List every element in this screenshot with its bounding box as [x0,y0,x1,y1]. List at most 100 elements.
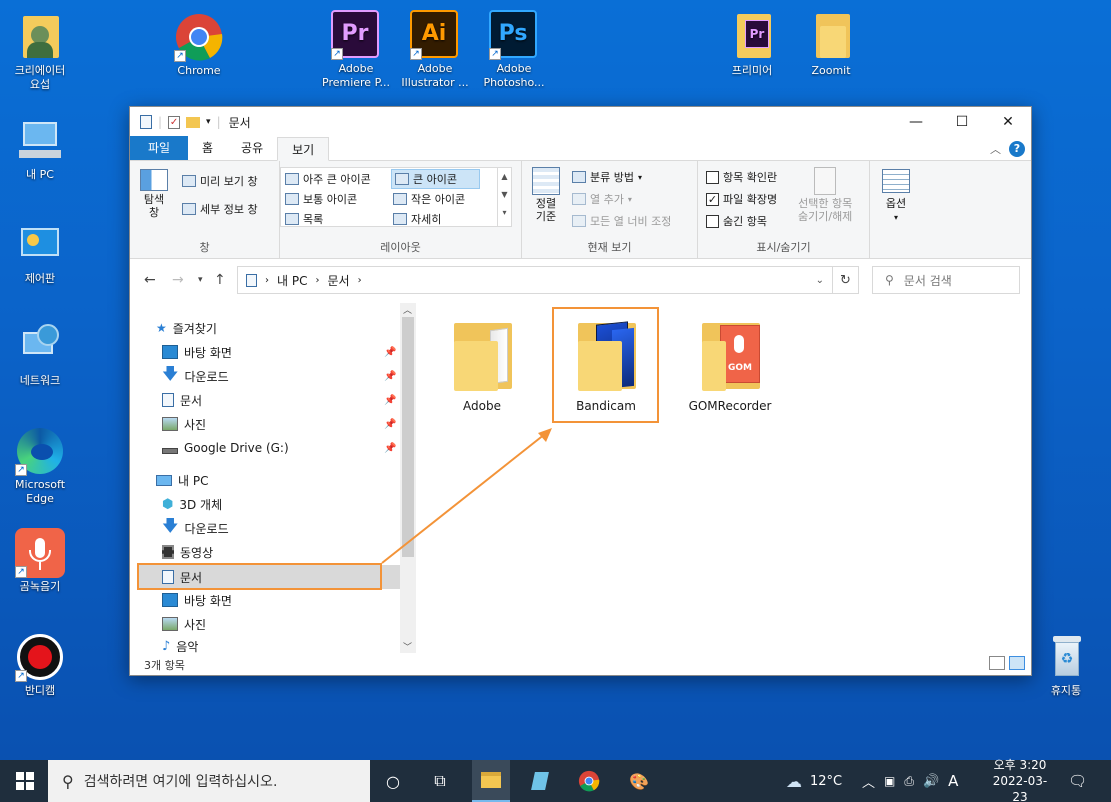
file-extensions-toggle[interactable]: ✓ 파일 확장명 [706,191,777,207]
layout-list[interactable]: 목록 [285,211,323,227]
edge-icon: ↗ [15,426,65,476]
forward-button[interactable]: → [172,272,184,288]
file-item-adobe[interactable]: Adobe [430,315,534,413]
tab-view[interactable]: 보기 [277,137,330,161]
scroll-down-icon[interactable]: ﹀ [403,640,412,653]
volume-icon[interactable]: 🔊 [923,774,939,789]
nav-item-desktop-pc[interactable]: 바탕 화면 [162,589,232,611]
desktop-icon-illustrator[interactable]: Ai ↗ Adobe Illustrator ... [395,10,475,90]
hidden-items-toggle[interactable]: 숨긴 항목 [706,213,767,229]
document-icon [246,273,257,287]
sort-by-button[interactable]: 정렬 기준 [532,167,560,223]
nav-item-pictures-pc[interactable]: 사진 [162,613,206,635]
shortcut-arrow-icon: ↗ [15,566,27,578]
nav-item-desktop[interactable]: 바탕 화면 📌 [162,341,396,363]
large-icons-view-icon[interactable] [1009,656,1025,670]
group-by-button[interactable]: 분류 방법 ▾ [572,169,642,185]
nav-item-3d-objects[interactable]: ⬢ 3D 개체 [162,493,222,515]
properties-icon[interactable]: ✓ [168,115,181,129]
recent-locations-icon[interactable]: ▾ [198,275,203,285]
close-button[interactable]: ✕ [985,107,1031,137]
nav-item-documents[interactable]: 문서 📌 [162,389,396,411]
desktop-icon-chrome[interactable]: ↗ Chrome [159,12,239,78]
details-pane-button[interactable]: 세부 정보 창 [182,201,258,217]
nav-item-downloads[interactable]: 🡇 다운로드 📌 [162,364,396,387]
nav-item-music[interactable]: ♪ 음악 [162,635,198,657]
windows-start-icon[interactable] [12,768,38,794]
layout-medium-icons[interactable]: 보통 아이콘 [285,191,357,207]
file-explorer-taskbar-icon[interactable] [472,760,510,802]
ime-indicator[interactable]: A [948,772,958,790]
scroll-up-icon[interactable]: ︿ [403,303,412,316]
item-checkboxes-toggle[interactable]: 항목 확인란 [706,169,777,185]
desktop-icon-premiere[interactable]: Pr ↗ Adobe Premiere P... [316,10,396,90]
up-button[interactable]: ↑ [214,272,226,288]
collapse-ribbon-icon[interactable]: ︿ [990,141,1001,157]
nav-this-pc[interactable]: 내 PC [156,469,208,491]
desktop-icon-creator[interactable]: 크리에이터 요섭 [0,12,80,92]
address-dropdown-icon[interactable]: ⌄ [816,275,824,286]
desktop-icon [162,345,178,359]
desktop-icon-network[interactable]: 네트워크 [0,322,80,388]
tab-file[interactable]: 파일 [130,136,188,160]
desktop-icon-zoomit[interactable]: Zoomit [791,12,871,78]
paint-taskbar-icon[interactable]: 🎨 [626,768,652,794]
cube-icon: ⬢ [162,496,174,512]
desktop-icon-recycle-bin[interactable]: ♻ 휴지통 [1026,632,1106,698]
nav-item-google-drive[interactable]: Google Drive (G:) 📌 [162,437,396,459]
premiere-folder-icon: Pr [727,12,777,62]
desktop-icon-premiere-folder[interactable]: Pr 프리미어 [712,12,792,78]
scrollbar-thumb[interactable] [402,317,414,557]
cortana-icon[interactable]: ○ [380,768,406,794]
breadcrumb-documents[interactable]: 문서 [327,272,349,289]
desktop-icon-bandicam[interactable]: ↗ 반디캠 [0,632,80,698]
maximize-button[interactable]: ☐ [939,107,985,137]
layout-large-icons[interactable]: 큰 아이콘 [391,169,480,189]
taskbar-search-box[interactable]: ⚲ 검색하려면 여기에 입력하십시오. [48,760,370,802]
refresh-button[interactable]: ↻ [833,266,859,294]
desktop-icon-this-pc[interactable]: 내 PC [0,116,80,182]
layout-details[interactable]: 자세히 [393,211,441,227]
nav-item-videos[interactable]: 동영상 [162,541,213,563]
layout-gallery-scroll[interactable]: ▲ ▼ ▾ [497,168,511,226]
minimize-button[interactable]: — [893,107,939,137]
address-bar[interactable]: › 내 PC › 문서 › ⌄ [237,266,833,294]
navigation-pane: ★ 즐겨찾기 바탕 화면 📌 🡇 다운로드 📌 문서 📌 사진 📌 Google… [130,303,416,654]
tab-home[interactable]: 홈 [188,136,227,160]
back-button[interactable]: ← [144,272,156,288]
nav-quick-access[interactable]: ★ 즐겨찾기 [156,317,217,339]
checkbox-unchecked [706,170,719,184]
file-item-gomrecorder[interactable]: GOM GOMRecorder [678,315,782,413]
network-icon[interactable]: ⎙ [904,774,914,789]
show-hidden-icons-icon[interactable]: ︿ [862,772,875,791]
nav-item-downloads-pc[interactable]: 🡇 다운로드 [162,516,229,539]
chrome-taskbar-icon[interactable] [576,768,602,794]
task-view-icon[interactable]: ⧉ [427,768,453,794]
preview-pane-button[interactable]: 미리 보기 창 [182,173,258,189]
chrome-icon: ↗ [174,12,224,62]
help-icon[interactable]: ? [1009,141,1025,157]
notepad-taskbar-icon[interactable] [527,768,553,794]
desktop-icon-edge[interactable]: ↗ Microsoft Edge [0,426,80,506]
new-folder-icon[interactable] [186,116,201,128]
customize-toolbar-icon[interactable]: ▾ [206,117,211,127]
desktop-icon-photoshop[interactable]: Ps ↗ Adobe Photosho... [474,10,554,90]
layout-extra-large-icons[interactable]: 아주 큰 아이콘 [285,171,371,187]
tab-share[interactable]: 공유 [227,136,277,160]
desktop-icon-control-panel[interactable]: 제어판 [0,220,80,286]
options-button[interactable]: 옵션 ▾ [882,169,910,222]
nav-item-pictures[interactable]: 사진 📌 [162,413,396,435]
navigation-pane-button[interactable]: 탐색 창 [140,169,168,219]
preview-pane-icon [182,175,196,187]
search-box[interactable]: ⚲ 문서 검색 [872,266,1020,294]
nav-scrollbar[interactable]: ︿ ﹀ [400,303,416,653]
premiere-icon: Pr ↗ [331,10,381,60]
weather-widget[interactable]: ☁ 12°C [786,760,842,802]
layout-small-icons[interactable]: 작은 아이콘 [393,191,465,207]
breadcrumb-this-pc[interactable]: 내 PC [277,272,307,289]
clock[interactable]: 오후 3:20 2022-03-23 [988,758,1052,802]
meet-now-icon[interactable]: ▣ [884,774,895,788]
details-view-icon[interactable] [989,656,1005,670]
notification-center-icon[interactable]: 🗨 [1068,760,1087,802]
desktop-icon-gom-recorder[interactable]: ↗ 곰녹음기 [0,528,80,594]
